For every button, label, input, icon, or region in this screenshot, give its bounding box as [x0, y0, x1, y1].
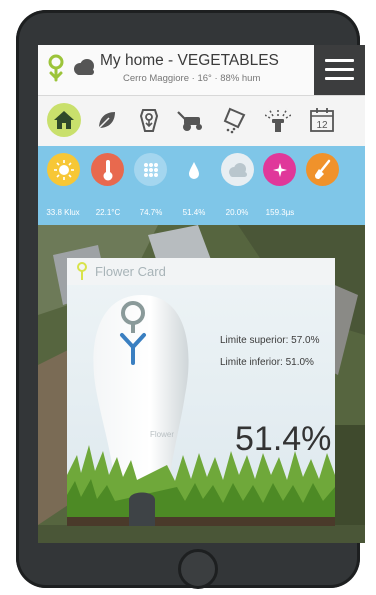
weather-value: 20.0%: [225, 208, 249, 217]
menu-bar-icon: [325, 68, 354, 71]
device-label: Flower: [150, 430, 175, 439]
location-pin-icon: [48, 54, 64, 82]
sparkle-icon: [272, 162, 287, 177]
fertility-sensor-button[interactable]: [263, 153, 296, 186]
calendar-icon: 12: [310, 108, 334, 132]
moisture-reading: 51.4%: [235, 420, 332, 458]
soil-moisture-sensor-button[interactable]: [177, 153, 210, 186]
limit-inferior-text: Limite inferior: 51.0%: [220, 357, 314, 368]
fertility-value: 159.3µs: [265, 208, 295, 217]
plants-tab[interactable]: [90, 103, 124, 137]
menu-button[interactable]: [314, 45, 365, 95]
fertilizer-tab[interactable]: [218, 103, 252, 137]
category-toolbar: 12: [38, 96, 365, 146]
shovel-icon: [314, 159, 330, 179]
lawn-mower-icon: [177, 111, 202, 131]
light-sensor-button[interactable]: [47, 153, 80, 186]
thermometer-icon: [103, 159, 112, 180]
page-title: My home - VEGETABLES: [100, 52, 279, 69]
plant-tag-tab[interactable]: [132, 103, 166, 137]
location-weather-subtitle: Cerro Maggiore · 16° · 88% hum: [123, 73, 261, 84]
fertilizer-icon: [223, 107, 246, 134]
water-drop-icon: [188, 161, 199, 179]
flower-sensor-illustration: [67, 295, 335, 526]
flower-card: Flower Card Flower Limite superior: 57.0…: [67, 258, 335, 526]
plant-tag-icon: [139, 109, 159, 132]
soil-moisture-value: 51.4%: [182, 208, 206, 217]
menu-bar-icon: [325, 59, 354, 62]
air-humidity-sensor-button[interactable]: [134, 153, 167, 186]
cloud-icon: [228, 162, 247, 177]
phone-home-button[interactable]: [178, 549, 218, 589]
light-value: 33.8 Klux: [46, 208, 80, 217]
weather-cloud-icon: [74, 59, 94, 75]
temperature-sensor-button[interactable]: [91, 153, 124, 186]
home-tab[interactable]: [47, 103, 81, 137]
menu-bar-icon: [325, 77, 354, 80]
flower-pin-icon: [77, 262, 87, 280]
calendar-tab[interactable]: 12: [305, 103, 339, 137]
humidity-icon: [143, 162, 158, 177]
sun-icon: [53, 159, 74, 180]
air-humidity-value: 74.7%: [139, 208, 163, 217]
irrigation-tab[interactable]: [261, 103, 295, 137]
lawn-care-tab[interactable]: [174, 103, 208, 137]
card-header: Flower Card: [67, 258, 335, 285]
card-title: Flower Card: [95, 264, 166, 279]
temperature-value: 22.1°C: [95, 208, 121, 217]
calendar-day: 12: [316, 120, 328, 131]
app-header: My home - VEGETABLES Cerro Maggiore · 16…: [38, 45, 365, 96]
weather-sensor-button[interactable]: [221, 153, 254, 186]
limit-superior-text: Limite superior: 57.0%: [220, 335, 320, 346]
app-screen: My home - VEGETABLES Cerro Maggiore · 16…: [38, 45, 365, 543]
home-icon: [54, 111, 74, 129]
garden-tools-button[interactable]: [306, 153, 339, 186]
sensor-strip: 33.8 Klux 22.1°C 74.7% 51.4% 20.0% 159.3…: [38, 146, 365, 225]
leaf-icon: [98, 112, 115, 129]
sprinkler-icon: [265, 108, 291, 132]
